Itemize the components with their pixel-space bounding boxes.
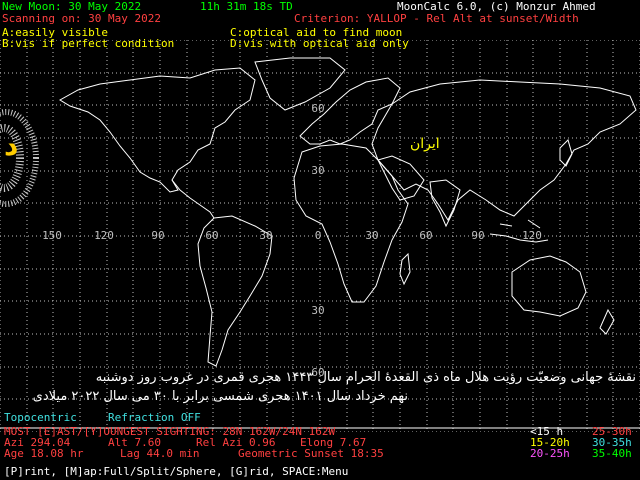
latitude-label: 60 — [311, 102, 324, 115]
longitude-label: 0 — [315, 229, 322, 242]
australia-outline — [511, 255, 587, 317]
greenland-outline — [254, 57, 346, 111]
north-america-outline — [59, 67, 256, 193]
longitude-label: 90 — [471, 229, 484, 242]
latitude-label: 30 — [311, 304, 324, 317]
longitude-label: 60 — [419, 229, 432, 242]
longitude-label: 120 — [94, 229, 114, 242]
age-legend-20-25: 20-25h — [530, 447, 570, 460]
caption-line-2: نهم خرداد سال ۱۴۰۱ هجری شمسی برابر با ۳۰… — [32, 389, 408, 404]
longitude-label: 120 — [522, 229, 542, 242]
longitude-label: 30 — [365, 229, 378, 242]
moon-lag: Lag 44.0 min — [120, 447, 200, 460]
central-america-outline — [171, 179, 215, 219]
age-legend-35-40: 35-40h — [592, 447, 632, 460]
new-moon-time: 11h 31m 18s TD — [200, 0, 293, 13]
latitude-label: 30 — [311, 164, 324, 177]
topocentric-label: Topocentric — [4, 411, 77, 424]
criterion: Criterion: YALLOP - Rel Alt at sunset/Wi… — [294, 12, 579, 25]
region-label-iran: ایران — [410, 136, 440, 152]
longitude-label: 150 — [42, 229, 62, 242]
moon-crescent-letter: د — [4, 129, 19, 162]
moon-age: Age 18.08 hr — [4, 447, 84, 460]
longitude-label: 60 — [205, 229, 218, 242]
new-zealand-outline — [599, 308, 615, 335]
scanning-date: Scanning on: 30 May 2022 — [2, 12, 161, 25]
japan-outline — [559, 139, 573, 167]
refraction-label: Refraction OFF — [108, 411, 201, 424]
caption-line-1: نقشهٔ جهانی وضعیّت رؤیت هلال ماه ذی القع… — [95, 370, 636, 385]
geometric-sunset: Geometric Sunset 18:35 — [238, 447, 384, 460]
longitude-label: 30 — [259, 229, 272, 242]
footer-keys: [P]rint, [M]ap:Full/Split/Sphere, [G]rid… — [4, 465, 349, 478]
longitude-label: 90 — [151, 229, 164, 242]
